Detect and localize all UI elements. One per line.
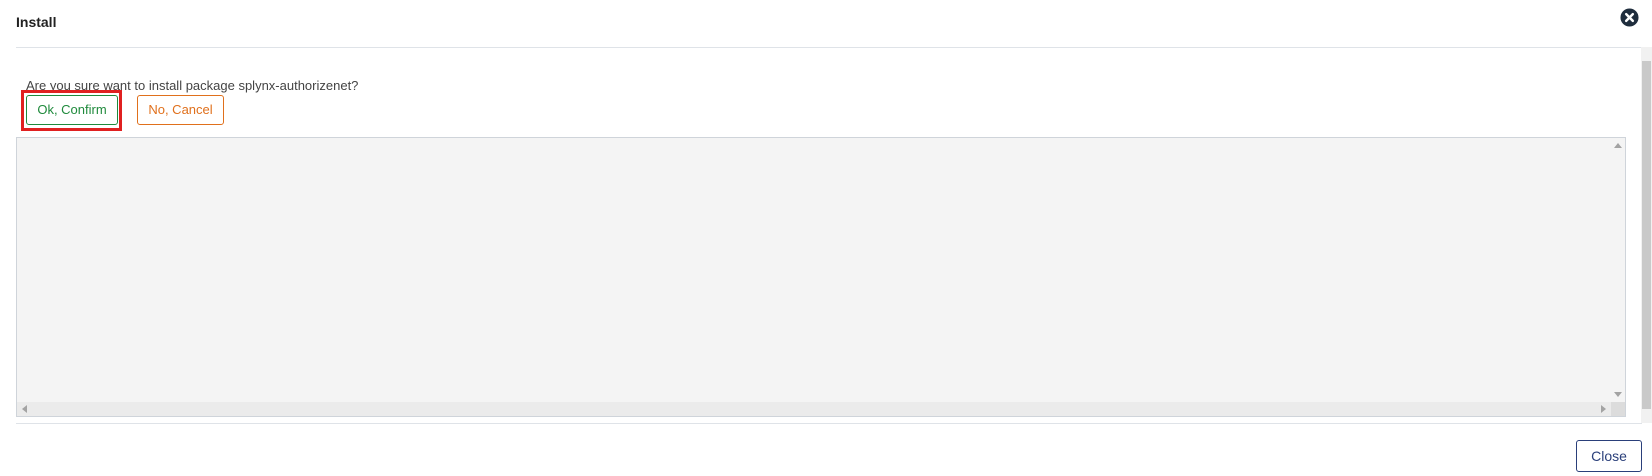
scroll-left-arrow-icon[interactable] — [22, 405, 27, 413]
install-dialog: Install Are you sure want to install pac… — [0, 0, 1652, 476]
close-button[interactable]: Close — [1576, 440, 1642, 472]
close-circle-icon[interactable] — [1620, 8, 1639, 27]
log-horizontal-scrollbar[interactable] — [17, 402, 1611, 416]
dialog-scrollbar-thumb[interactable] — [1642, 61, 1651, 409]
confirm-button[interactable]: Ok, Confirm — [26, 95, 118, 125]
cancel-button[interactable]: No, Cancel — [137, 95, 224, 125]
footer-divider — [16, 423, 1642, 424]
scrollbar-corner — [1611, 402, 1625, 416]
scroll-right-arrow-icon[interactable] — [1601, 405, 1606, 413]
dialog-scrollbar[interactable] — [1641, 47, 1652, 423]
scroll-down-arrow-icon[interactable] — [1614, 392, 1622, 397]
dialog-title: Install — [16, 14, 57, 30]
header-divider — [16, 47, 1642, 48]
install-log-output[interactable] — [16, 137, 1626, 417]
scroll-up-arrow-icon[interactable] — [1614, 143, 1622, 148]
log-vertical-scrollbar[interactable] — [1611, 138, 1625, 402]
